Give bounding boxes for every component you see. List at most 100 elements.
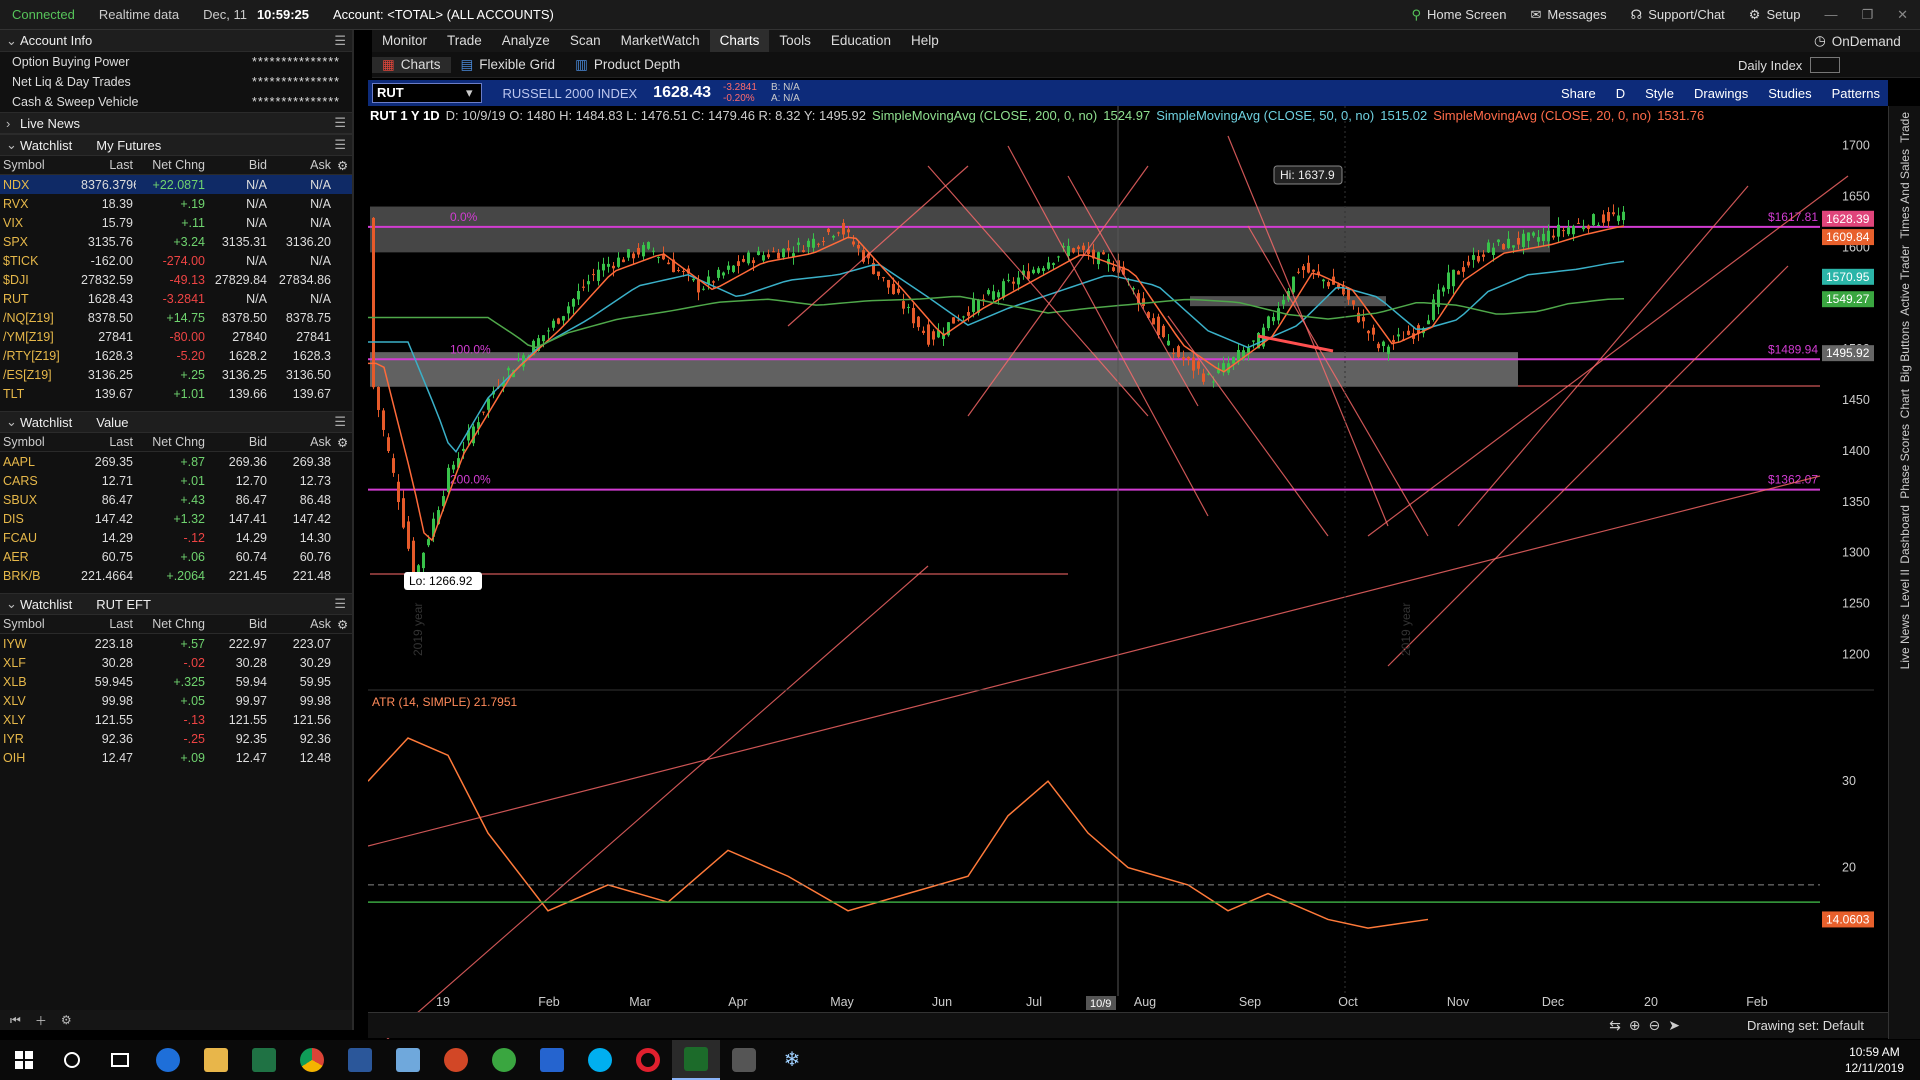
tool-style[interactable]: Style [1637,86,1682,101]
watchlist-row[interactable]: /NQ[Z19] 8378.50 +14.75 8378.50 8378.75 [0,308,352,327]
watchlist-row[interactable]: XLY 121.55 -.13 121.55 121.56 [0,710,352,729]
watchlist-row[interactable]: /YM[Z19] 27841 -80.00 27840 27841 [0,327,352,346]
watchlist-row[interactable]: /ES[Z19] 3136.25 +.25 3136.25 3136.50 [0,365,352,384]
edge-icon[interactable] [144,1040,192,1080]
dock-tab[interactable]: Trade [1898,112,1912,143]
opera-icon[interactable] [624,1040,672,1080]
watchlist-row[interactable]: BRK/B 221.4664 +.2064 221.45 221.48 [0,566,352,585]
dock-tab[interactable]: Level II [1898,569,1912,608]
watchlist-row[interactable]: TLT 139.67 +1.01 139.66 139.67 [0,384,352,403]
maximize-button[interactable]: ❐ [1849,7,1885,23]
dock-tab[interactable]: Big Buttons [1898,321,1912,382]
search-icon[interactable] [48,1040,96,1080]
camera-icon[interactable] [720,1040,768,1080]
watchlist-row[interactable]: RUT 1628.43 -3.2841 N/A N/A [0,289,352,308]
snowflake-icon[interactable]: ❄ [768,1040,816,1080]
support-chat-button[interactable]: ☊ Support/Chat [1619,7,1737,23]
tool-drawings[interactable]: Drawings [1686,86,1756,101]
setup-button[interactable]: ⚙ Setup [1737,7,1813,23]
skype-icon[interactable] [576,1040,624,1080]
realtime-data[interactable]: Realtime data [87,7,191,22]
column-header[interactable]: Last [78,435,136,449]
tool-share[interactable]: Share [1553,86,1604,101]
menu-icon[interactable]: ☰ [334,115,346,131]
watchlist-row[interactable]: FCAU 14.29 -.12 14.29 14.30 [0,528,352,547]
thinkorswim-icon[interactable] [480,1040,528,1080]
chart-canvas[interactable]: 1700165016001550150014501400135013001250… [367,106,1888,1057]
menu-icon[interactable]: ☰ [334,414,346,430]
account-selector[interactable]: Account: <TOTAL> (ALL ACCOUNTS) [321,7,566,22]
powerpoint-icon[interactable] [432,1040,480,1080]
minimize-button[interactable]: — [1812,7,1849,22]
menu-charts[interactable]: Charts [709,30,770,52]
column-header[interactable]: Last [78,617,136,631]
column-header[interactable]: Ask [270,617,334,631]
column-header[interactable]: Symbol [0,435,78,449]
column-header[interactable]: Last [78,158,136,172]
watchlist-row[interactable]: XLV 99.98 +.05 99.97 99.98 [0,691,352,710]
menu-monitor[interactable]: Monitor [372,30,437,52]
task-view-icon[interactable] [96,1040,144,1080]
watchlist-row[interactable]: VIX 15.79 +.11 N/A N/A [0,213,352,232]
gear-icon[interactable]: ⚙ [334,435,350,450]
menu-trade[interactable]: Trade [437,30,492,52]
watchlist-row[interactable]: OIH 12.47 +.09 12.47 12.48 [0,748,352,767]
watchlist-row[interactable]: CARS 12.71 +.01 12.70 12.73 [0,471,352,490]
dock-tab[interactable]: Active Trader [1898,245,1912,316]
watchlist-row[interactable]: $TICK -162.00 -274.00 N/A N/A [0,251,352,270]
menu-help[interactable]: Help [901,30,949,52]
watchlist-row[interactable]: NDX 8376.3796 +22.0871 N/A N/A [0,175,352,194]
watchlist-row[interactable]: SBUX 86.47 +.43 86.47 86.48 [0,490,352,509]
chevron-down-icon[interactable]: ▾ [466,85,473,101]
drawing-set[interactable]: Drawing set: Default [1747,1018,1864,1033]
todo-icon[interactable] [528,1040,576,1080]
watchlist-name[interactable]: RUT EFT [96,597,151,612]
menu-icon[interactable]: ☰ [334,33,346,49]
watchlist-row[interactable]: AAPL 269.35 +.87 269.36 269.38 [0,452,352,471]
watchlist-row[interactable]: XLB 59.945 +.325 59.94 59.95 [0,672,352,691]
subtab-2[interactable]: ▥ Product Depth [565,57,690,73]
start-icon[interactable] [0,1040,48,1080]
watchlist-header[interactable]: ⌄ Watchlist RUT EFT ☰ [0,593,352,615]
menu-tools[interactable]: Tools [769,30,821,52]
home-screen-button[interactable]: ⚲ Home Screen [1399,7,1518,23]
daily-index-swatch[interactable] [1810,57,1841,73]
column-header[interactable]: Bid [208,158,270,172]
collapse-icon[interactable]: ⏮ [10,1013,21,1028]
watchlist-row[interactable]: DIS 147.42 +1.32 147.41 147.42 [0,509,352,528]
word-icon[interactable] [336,1040,384,1080]
subtab-1[interactable]: ▤ Flexible Grid [451,57,566,73]
watchlist-header[interactable]: ⌄ Watchlist My Futures ☰ [0,134,352,156]
system-clock[interactable]: 10:59 AM 12/11/2019 [1845,1044,1904,1076]
close-button[interactable]: ✕ [1885,7,1920,23]
menu-icon[interactable]: ☰ [334,596,346,612]
gear-icon[interactable]: ⚙ [334,158,350,173]
menu-analyze[interactable]: Analyze [492,30,560,52]
gear-icon[interactable]: ⚙ [334,617,350,632]
watchlist-row[interactable]: IYW 223.18 +.57 222.97 223.07 [0,634,352,653]
account-info-header[interactable]: ⌄ Account Info ☰ [0,30,352,52]
column-header[interactable]: Symbol [0,617,78,631]
watchlist-name[interactable]: My Futures [96,138,161,153]
column-header[interactable]: Net Chng [136,435,208,449]
chrome-icon[interactable] [288,1040,336,1080]
menu-scan[interactable]: Scan [560,30,611,52]
watchlist-row[interactable]: SPX 3135.76 +3.24 3135.31 3136.20 [0,232,352,251]
add-icon[interactable]: ＋ [35,1012,47,1029]
dock-tab[interactable]: Chart [1898,389,1912,418]
ondemand-button[interactable]: ◷ OnDemand [1814,30,1901,52]
tool-d[interactable]: D [1608,86,1633,101]
notepad-icon[interactable] [384,1040,432,1080]
watchlist-row[interactable]: $DJI 27832.59 -49.13 27829.84 27834.86 [0,270,352,289]
watchlist-header[interactable]: ⌄ Watchlist Value ☰ [0,411,352,433]
column-header[interactable]: Net Chng [136,617,208,631]
thinkorswim-active-icon[interactable] [672,1040,720,1080]
column-header[interactable]: Ask [270,158,334,172]
menu-icon[interactable]: ☰ [334,137,346,153]
watchlist-row[interactable]: AER 60.75 +.06 60.74 60.76 [0,547,352,566]
gear-icon[interactable]: ⚙ [61,1013,72,1027]
menu-marketwatch[interactable]: MarketWatch [611,30,710,52]
dock-tab[interactable]: Live News [1898,614,1912,669]
messages-button[interactable]: ✉ Messages [1518,7,1618,23]
column-header[interactable]: Bid [208,617,270,631]
